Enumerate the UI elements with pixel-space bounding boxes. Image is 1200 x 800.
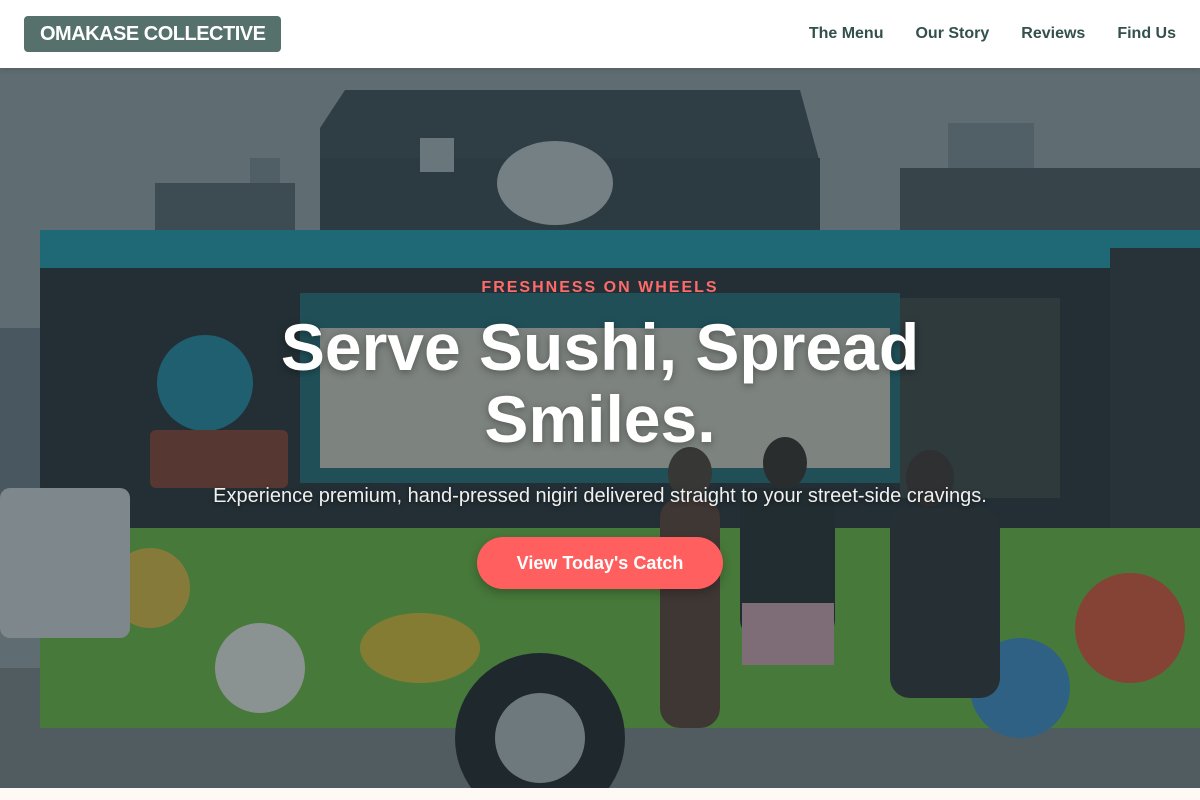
nav-link-story[interactable]: Our Story <box>915 25 989 43</box>
hero-subtitle: Experience premium, hand-pressed nigiri … <box>213 485 987 507</box>
logo[interactable]: OMAKASE COLLECTIVE <box>24 16 282 52</box>
hero-headline: Serve Sushi, Spread Smiles. <box>280 310 920 456</box>
view-todays-catch-button[interactable]: View Today's Catch <box>477 537 723 589</box>
nav-link-menu[interactable]: The Menu <box>809 25 884 43</box>
next-section-edge <box>0 788 1200 800</box>
nav-links: The Menu Our Story Reviews Find Us <box>809 25 1176 43</box>
hero-eyebrow: FRESHNESS ON WHEELS <box>481 279 719 296</box>
hero-section: FRESHNESS ON WHEELS Serve Sushi, Spread … <box>0 68 1200 788</box>
navbar: OMAKASE COLLECTIVE The Menu Our Story Re… <box>0 0 1200 68</box>
nav-link-find-us[interactable]: Find Us <box>1117 25 1176 43</box>
nav-link-reviews[interactable]: Reviews <box>1021 25 1085 43</box>
hero-content: FRESHNESS ON WHEELS Serve Sushi, Spread … <box>0 68 1200 788</box>
